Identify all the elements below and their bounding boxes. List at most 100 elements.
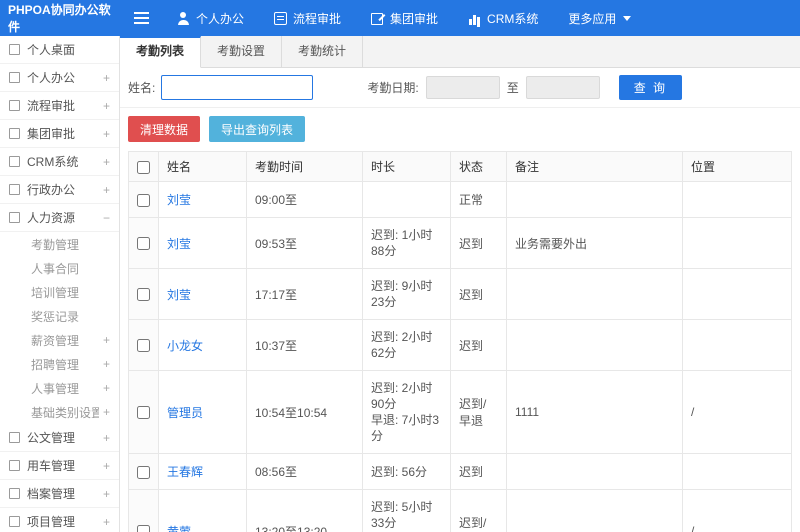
sidebar-subitem-6[interactable]: 招聘管理 + [0, 352, 119, 376]
table-row: 小龙女 10:37至 迟到: 2小时62分 迟到 [128, 319, 792, 371]
table-row: 王春辉 08:56至 迟到: 56分 迟到 [128, 453, 792, 490]
cell-name: 刘莹 [158, 181, 247, 218]
cell-status: 迟到/早退 [450, 489, 507, 532]
date-from-input[interactable] [425, 76, 500, 99]
sidebar-item-7[interactable]: 人力资源 − [0, 204, 119, 232]
employee-name-link[interactable]: 管理员 [167, 406, 203, 420]
employee-name-link[interactable]: 小龙女 [167, 339, 203, 353]
employee-name-link[interactable]: 刘莹 [167, 288, 191, 302]
topnav-item-label: 更多应用 [568, 11, 617, 26]
action-bar: 清理数据 导出查询列表 [120, 108, 800, 151]
sidebar-subitem-1[interactable]: 考勤管理 [0, 232, 119, 256]
sidebar-item-label: 档案管理 [27, 487, 76, 501]
tab-1[interactable]: 考勤列表 [120, 36, 202, 68]
sidebar-item-11[interactable]: 项目管理 + [0, 508, 119, 532]
sidebar-item-6[interactable]: 行政办公 + [0, 176, 119, 204]
sidebar-subitem-2[interactable]: 人事合同 [0, 256, 119, 280]
sidebar-subitem-5[interactable]: 薪资管理 + [0, 328, 119, 352]
sidebar-subitem-4[interactable]: 奖惩记录 [0, 304, 119, 328]
sidebar-subitem-8[interactable]: 基础类别设置 + [0, 400, 119, 424]
duration-line: 迟到: 2小时62分 [371, 330, 433, 360]
cell-location: / [682, 370, 792, 454]
sidebar-item-label: 人力资源 [27, 211, 76, 225]
duration-line: 早退: 7小时3分 [371, 413, 440, 443]
tab-2[interactable]: 考勤设置 [201, 36, 283, 67]
export-list-button[interactable]: 导出查询列表 [209, 116, 306, 142]
plus-icon: + [102, 514, 110, 529]
cell-remark [506, 453, 683, 490]
row-checkbox-cell [128, 489, 159, 532]
column-header: 时长 [362, 151, 451, 182]
cell-name: 刘莹 [158, 268, 247, 320]
name-filter-input[interactable] [161, 75, 314, 100]
sidebar-item-label: 项目管理 [27, 515, 76, 529]
cell-location [682, 453, 792, 490]
cell-name: 刘莹 [158, 217, 247, 269]
sidebar-item-label: 用车管理 [27, 459, 76, 473]
column-header: 位置 [682, 151, 792, 182]
row-checkbox[interactable] [137, 339, 150, 353]
sidebar-subitem-7[interactable]: 人事管理 + [0, 376, 119, 400]
employee-name-link[interactable]: 刘莹 [167, 193, 191, 207]
office-icon [9, 72, 20, 83]
date-to-input[interactable] [525, 76, 600, 99]
attendance-table-wrap: 姓名 考勤时间 时长 状态 备注 位置 刘莹 09:00至 正常 刘莹 09:53至 迟到: 1小时… [120, 151, 800, 532]
duration-line: 迟到: 1小时88分 [371, 228, 433, 258]
sidebar-toggle-button[interactable] [120, 0, 162, 36]
clean-data-button[interactable]: 清理数据 [128, 116, 201, 142]
sidebar-item-label: 个人办公 [27, 71, 76, 85]
duration-line: 迟到: 5小时33分 [371, 500, 433, 530]
employee-name-link[interactable]: 黄莺 [167, 525, 191, 532]
top-navbar: PHPOA协同办公软件 个人办公 流程审批 集团审批 CRM系统 更多应用 [0, 0, 800, 36]
approval-icon [9, 128, 20, 139]
admin-icon [9, 184, 20, 195]
table-row: 管理员 10:54至10:54 迟到: 2小时90分 早退: 7小时3分 迟到/早退 11… [128, 370, 792, 454]
sidebar-item-2[interactable]: 个人办公 + [0, 64, 119, 92]
column-header: 姓名 [158, 151, 247, 182]
sidebar-item-label: 流程审批 [27, 99, 76, 113]
row-checkbox[interactable] [137, 288, 150, 302]
sidebar-item-8[interactable]: 公文管理 + [0, 424, 119, 452]
cell-duration: 迟到: 56分 [362, 453, 451, 490]
cell-location [682, 319, 792, 371]
duration-line: 迟到: 2小时90分 [371, 381, 433, 411]
cell-duration [362, 181, 451, 218]
sidebar-item-1[interactable]: 个人桌面 [0, 36, 119, 64]
row-checkbox[interactable] [137, 193, 150, 207]
sidebar-item-4[interactable]: 集团审批 + [0, 120, 119, 148]
row-checkbox-cell [128, 319, 159, 371]
sidebar-item-5[interactable]: CRM系统 + [0, 148, 119, 176]
sidebar-item-9[interactable]: 用车管理 + [0, 452, 119, 480]
cell-duration: 迟到: 2小时62分 [362, 319, 451, 371]
topnav-item-5[interactable]: 更多应用 [553, 0, 646, 36]
topnav-item-4[interactable]: CRM系统 [453, 0, 553, 36]
topnav-item-1[interactable]: 个人办公 [162, 0, 259, 36]
caret-down-icon [623, 15, 632, 21]
plus-icon: + [102, 430, 110, 445]
sidebar-subitem-label: 奖惩记录 [31, 309, 80, 324]
select-all-checkbox[interactable] [137, 160, 150, 174]
plus-icon: + [102, 98, 110, 113]
row-checkbox[interactable] [137, 525, 150, 532]
sidebar-item-3[interactable]: 流程审批 + [0, 92, 119, 120]
tab-3[interactable]: 考勤统计 [282, 36, 364, 67]
row-checkbox[interactable] [137, 406, 150, 420]
employee-name-link[interactable]: 王春辉 [167, 465, 203, 479]
topnav-item-2[interactable]: 流程审批 [259, 0, 356, 36]
employee-name-link[interactable]: 刘莹 [167, 237, 191, 251]
sidebar-item-10[interactable]: 档案管理 + [0, 480, 119, 508]
doc-icon [9, 432, 20, 443]
row-checkbox[interactable] [137, 237, 150, 251]
topnav-item-3[interactable]: 集团审批 [356, 0, 453, 36]
cell-status: 迟到 [450, 217, 507, 269]
app-window: PHPOA协同办公软件 个人办公 流程审批 集团审批 CRM系统 更多应用 个人桌面 个人… [0, 0, 800, 532]
plus-icon: + [102, 182, 110, 197]
sidebar-subitem-3[interactable]: 培训管理 [0, 280, 119, 304]
search-button[interactable]: 查 询 [618, 75, 683, 100]
sidebar-subitem-label: 考勤管理 [31, 237, 80, 252]
row-checkbox[interactable] [137, 465, 150, 479]
hamburger-icon [133, 17, 149, 19]
cell-time: 10:37至 [246, 319, 363, 371]
topnav-menu: 个人办公 流程审批 集团审批 CRM系统 更多应用 [162, 0, 646, 36]
topnav-item-label: 个人办公 [196, 11, 245, 26]
